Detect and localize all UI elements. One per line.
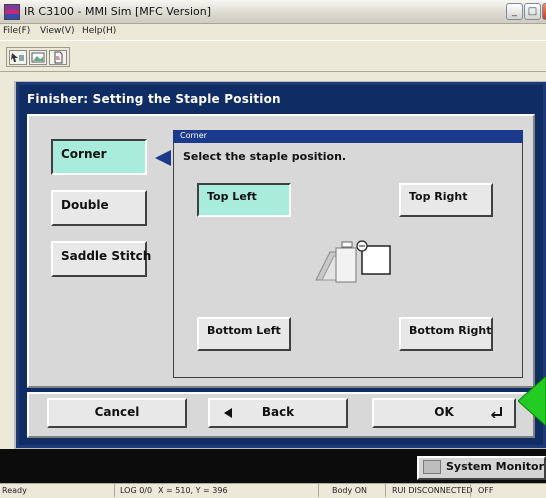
app-icon [4, 4, 20, 20]
status-divider [385, 484, 386, 497]
bottom-right-button[interactable]: Bottom Right [399, 317, 493, 351]
status-off: OFF [478, 486, 494, 495]
maximize-button[interactable]: □ [524, 3, 541, 20]
close-button[interactable] [542, 3, 546, 20]
selected-tab-arrow-icon [155, 150, 171, 166]
minimize-button[interactable]: _ [506, 3, 523, 20]
system-monitor-icon [423, 460, 441, 474]
menu-view[interactable]: View(V) [40, 26, 75, 36]
document-icon[interactable] [49, 50, 67, 65]
menu-file[interactable]: File(F) [3, 26, 30, 36]
window-title: IR C3100 - MMI Sim [MFC Version] [24, 5, 212, 18]
top-right-button[interactable]: Top Right [399, 183, 493, 217]
top-left-button[interactable]: Top Left [197, 183, 291, 217]
window-title-bar[interactable]: IR C3100 - MMI Sim [MFC Version] _ □ [0, 0, 546, 24]
tab-corner[interactable]: Corner [51, 139, 147, 175]
enter-icon [490, 407, 502, 418]
status-log: LOG 0/0 [120, 486, 153, 495]
status-divider [114, 484, 115, 497]
status-coords: X = 510, Y = 396 [158, 486, 228, 495]
status-ready: Ready [2, 486, 27, 495]
select-icon[interactable] [9, 50, 27, 65]
staple-position-illustration-icon [315, 240, 391, 283]
instruction-text: Select the staple position. [183, 150, 347, 163]
green-pointer-icon [518, 376, 546, 426]
status-rui: RUI DISCONNECTED [392, 486, 473, 495]
tab-double[interactable]: Double [51, 190, 147, 226]
status-divider [470, 484, 471, 497]
menu-help[interactable]: Help(H) [82, 26, 116, 36]
image-icon[interactable] [29, 50, 47, 65]
bottom-left-button[interactable]: Bottom Left [197, 317, 291, 351]
subpanel-header-label: Corner [180, 131, 207, 140]
toolbar [0, 40, 546, 72]
status-divider [318, 484, 319, 497]
menu-bar: File(F) View(V) Help(H) [0, 24, 546, 40]
toolbar-group [6, 47, 70, 67]
tab-saddle-stitch[interactable]: Saddle Stitch [51, 241, 151, 277]
cancel-button[interactable]: Cancel [47, 398, 187, 428]
system-monitor-label: System Monitor [446, 460, 544, 473]
status-body: Body ON [332, 486, 368, 495]
screen-title: Finisher: Setting the Staple Position [27, 92, 281, 106]
back-arrow-icon [224, 408, 232, 418]
subpanel-header [173, 130, 523, 143]
